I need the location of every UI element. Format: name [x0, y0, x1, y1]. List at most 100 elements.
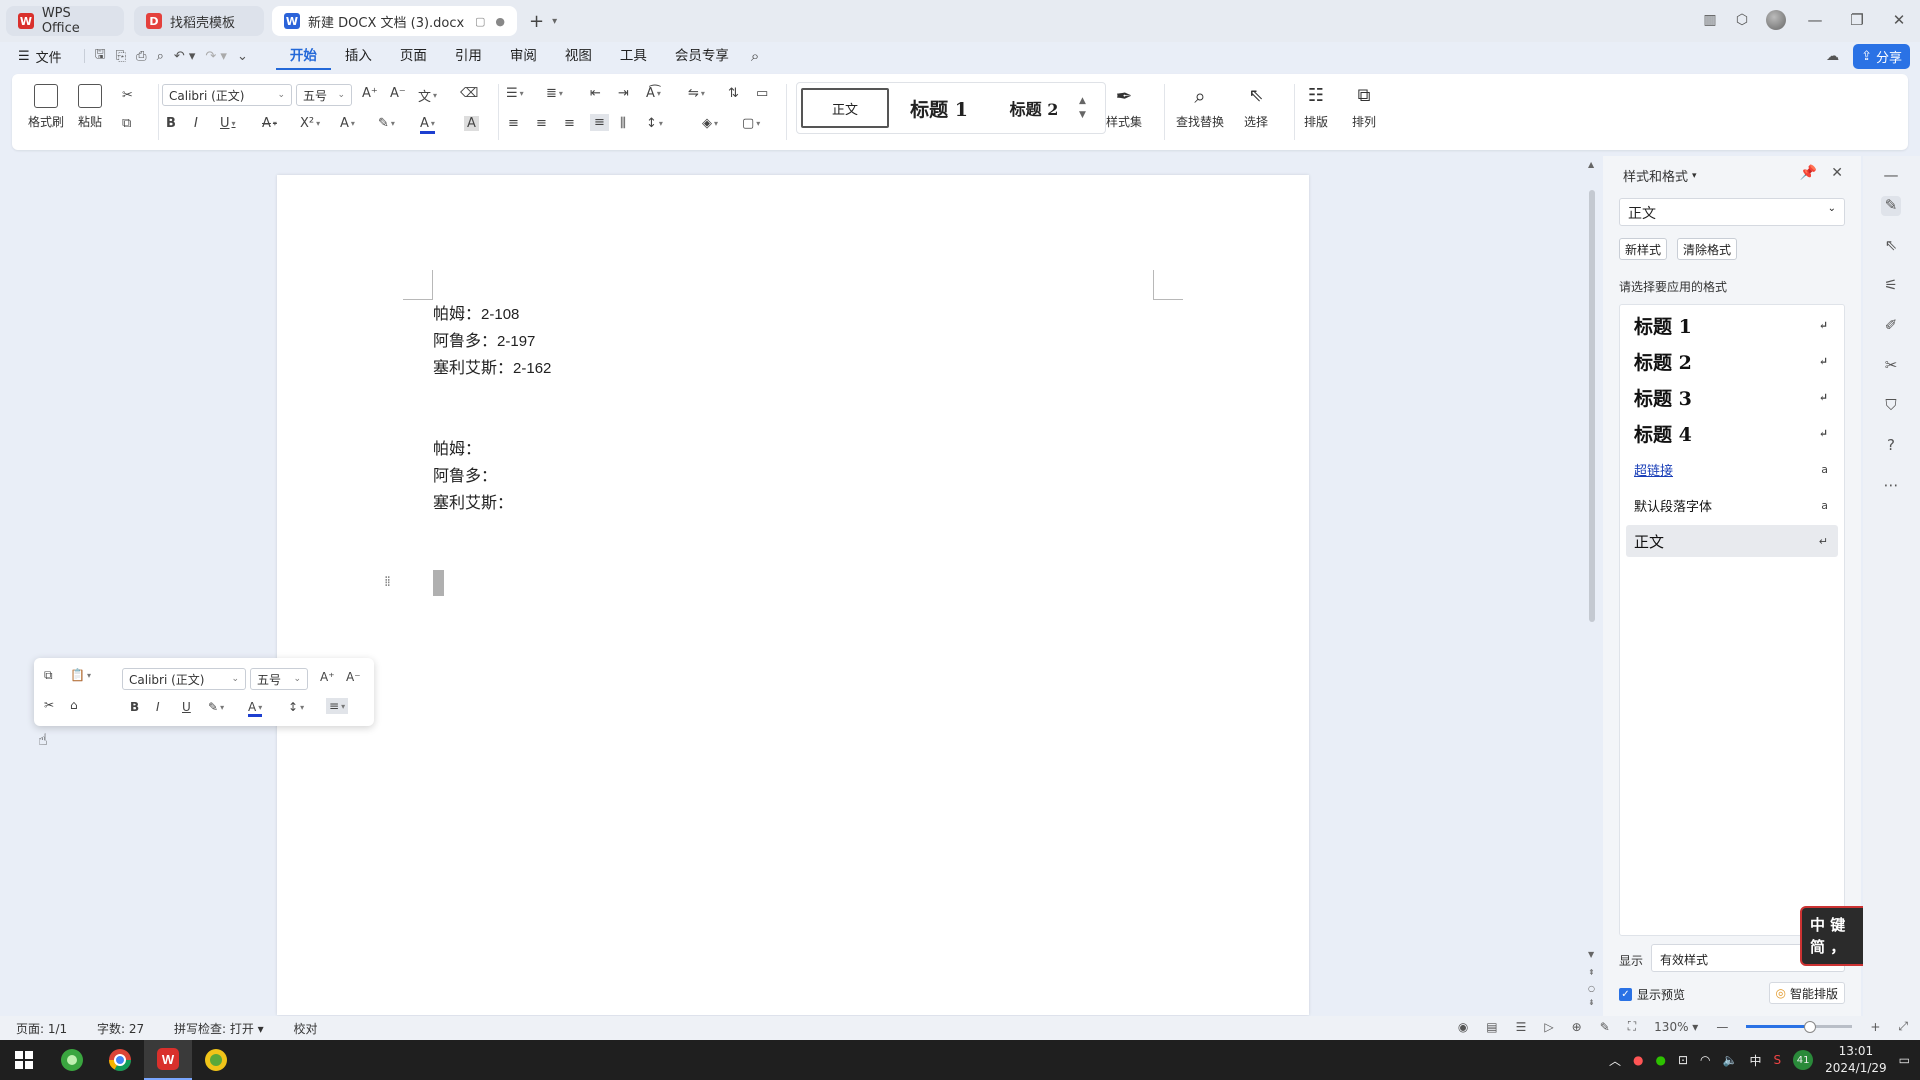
- print-preview-icon[interactable]: ⌕: [157, 49, 164, 64]
- file-menu[interactable]: ☰ 文件: [18, 47, 62, 66]
- style-list-item[interactable]: 标题 4 ↵: [1626, 417, 1838, 449]
- style-list-item[interactable]: 正文 ↵: [1626, 525, 1838, 557]
- shrink-font-icon[interactable]: A⁻: [346, 670, 361, 684]
- tools-icon[interactable]: ✂: [1881, 356, 1901, 376]
- export-pdf-icon[interactable]: ⎘: [116, 49, 126, 64]
- layout-button[interactable]: ☷ 排版: [1304, 84, 1328, 130]
- copy-icon[interactable]: ⧉: [44, 668, 53, 683]
- zoom-in-icon[interactable]: +: [1870, 1020, 1880, 1034]
- adjust-icon[interactable]: ⚟: [1881, 276, 1901, 296]
- mini-font-size-select[interactable]: 五号 ⌄: [250, 668, 308, 690]
- align-left-icon[interactable]: ≡: [508, 116, 519, 131]
- paste-button[interactable]: 粘贴: [78, 84, 102, 130]
- italic-icon[interactable]: I: [194, 116, 198, 131]
- ribbon-tab[interactable]: 页面: [386, 42, 441, 70]
- taskbar-chrome[interactable]: [96, 1040, 144, 1080]
- highlight-icon[interactable]: ✎ ▾: [208, 700, 224, 714]
- taskbar-wps[interactable]: W: [144, 1040, 192, 1080]
- tray-expand-icon[interactable]: ︿: [1609, 1052, 1621, 1069]
- spell-check[interactable]: 拼写检查: 打开 ▾: [174, 1022, 264, 1036]
- redo-icon[interactable]: ↷ ▾: [205, 49, 227, 64]
- style-heading-2[interactable]: 标题 2: [989, 96, 1079, 120]
- decrease-indent-icon[interactable]: ⇤: [590, 86, 601, 101]
- prev-page-icon[interactable]: ⇞: [1588, 968, 1595, 977]
- customize-icon[interactable]: ⌄: [237, 49, 248, 64]
- clear-format-button[interactable]: 清除格式: [1677, 238, 1738, 260]
- word-count[interactable]: 字数: 27: [97, 1022, 144, 1036]
- share-button[interactable]: ⇪ 分享: [1853, 44, 1910, 69]
- char-shading-icon[interactable]: A: [464, 116, 479, 131]
- style-set-button[interactable]: ✒ 样式集: [1106, 84, 1142, 130]
- ribbon-tab[interactable]: 插入: [331, 42, 386, 70]
- scroll-down-icon[interactable]: ▼: [1588, 950, 1594, 959]
- document-line[interactable]: [433, 381, 551, 408]
- align-center-icon[interactable]: ≡: [536, 116, 547, 131]
- save-icon[interactable]: 🖫: [95, 45, 106, 67]
- unsaved-dot-icon[interactable]: ●: [495, 15, 505, 28]
- gallery-more-icon[interactable]: ▼: [1079, 110, 1086, 120]
- line-spacing-icon[interactable]: ↕ ▾: [288, 700, 304, 714]
- smart-layout-button[interactable]: ◎ 智能排版: [1768, 982, 1845, 1004]
- zoom-level[interactable]: 130% ▾: [1654, 1020, 1698, 1034]
- phonetic-icon[interactable]: 文 ▾: [418, 86, 437, 105]
- border-icon[interactable]: ▢ ▾: [742, 116, 760, 131]
- style-list-item[interactable]: 标题 2 ↵: [1626, 345, 1838, 377]
- ribbon-tab[interactable]: 会员专享: [661, 42, 743, 70]
- volume-icon[interactable]: 🔈: [1723, 1053, 1738, 1067]
- underline-icon[interactable]: U ▾: [220, 116, 236, 131]
- current-style-select[interactable]: 正文 ⌄: [1619, 198, 1845, 226]
- shrink-font-icon[interactable]: A⁻: [390, 86, 406, 101]
- start-button[interactable]: [0, 1040, 48, 1080]
- document-line[interactable]: 塞利艾斯：: [433, 489, 551, 516]
- outline-view-icon[interactable]: ☰: [1516, 1020, 1527, 1034]
- justify-icon[interactable]: ≡: [590, 114, 609, 131]
- strikethrough-icon[interactable]: A ▾: [262, 116, 277, 131]
- sort-icon[interactable]: ⇅: [728, 86, 739, 101]
- page-count[interactable]: 页面: 1/1: [16, 1022, 67, 1036]
- chevron-down-icon[interactable]: ▾: [552, 16, 557, 27]
- pen-icon[interactable]: ✎: [1600, 1020, 1610, 1034]
- italic-icon[interactable]: I: [156, 700, 160, 714]
- web-view-icon[interactable]: ⊕: [1572, 1020, 1582, 1034]
- style-list-item[interactable]: 标题 3 ↵: [1626, 381, 1838, 413]
- format-painter-button[interactable]: 格式刷: [28, 84, 64, 130]
- layout-icon[interactable]: ▥: [1694, 12, 1726, 28]
- style-pen-icon[interactable]: ✎: [1881, 196, 1901, 216]
- proofread[interactable]: 校对: [294, 1022, 318, 1036]
- show-preview-checkbox[interactable]: ✓ 显示预览: [1619, 986, 1685, 1003]
- distribute-icon[interactable]: ⫼: [620, 116, 626, 131]
- pane-title[interactable]: 样式和格式 ▾: [1623, 166, 1697, 185]
- next-page-icon[interactable]: ⇟: [1588, 998, 1595, 1007]
- numbered-list-icon[interactable]: ≣ ▾: [546, 86, 563, 101]
- fullscreen-icon[interactable]: ⤢: [1898, 1019, 1908, 1034]
- grow-font-icon[interactable]: A⁺: [320, 670, 335, 684]
- increase-indent-icon[interactable]: ⇥: [618, 86, 629, 101]
- find-replace-button[interactable]: ⌕ 查找替换: [1176, 84, 1224, 130]
- style-normal[interactable]: 正文: [801, 88, 889, 128]
- highlight-icon[interactable]: ✎ ▾: [378, 116, 395, 131]
- notification-icon[interactable]: ▭: [1899, 1053, 1910, 1067]
- zoom-out-icon[interactable]: —: [1716, 1020, 1728, 1034]
- zoom-slider[interactable]: [1746, 1021, 1853, 1033]
- bold-icon[interactable]: B: [166, 116, 176, 131]
- font-color-icon[interactable]: A ▾: [420, 116, 435, 134]
- wechat-icon[interactable]: ●: [1656, 1053, 1666, 1067]
- align-icon[interactable]: ≡ ▾: [326, 698, 349, 714]
- bold-icon[interactable]: B: [130, 700, 139, 714]
- cloud-icon[interactable]: ☁: [1826, 49, 1839, 64]
- document-body[interactable]: 帕姆：2-108 阿鲁多：2-197 塞利艾斯：2-162 帕姆： 阿鲁多： 塞利艾斯：: [433, 300, 551, 516]
- tab-current-document[interactable]: W 新建 DOCX 文档 (3).docx ▢ ●: [272, 6, 517, 36]
- select-button[interactable]: ⇖ 选择: [1244, 84, 1268, 130]
- document-line[interactable]: 阿鲁多：: [433, 462, 551, 489]
- tab-wps-office[interactable]: W WPS Office: [6, 6, 124, 36]
- print-icon[interactable]: ⎙: [136, 49, 146, 64]
- align-right-icon[interactable]: ≡: [564, 116, 575, 131]
- copy-icon[interactable]: ⧉: [122, 116, 131, 131]
- tray-badge[interactable]: 41: [1793, 1050, 1814, 1070]
- document-line[interactable]: 阿鲁多：2-197: [433, 327, 551, 354]
- style-list-item[interactable]: 超链接 a: [1626, 453, 1838, 485]
- new-style-button[interactable]: 新样式: [1619, 238, 1668, 260]
- close-pane-icon[interactable]: ✕: [1831, 165, 1843, 181]
- select-cursor-icon[interactable]: ⇖: [1881, 236, 1901, 256]
- shirt-icon[interactable]: ⛉: [1881, 396, 1901, 416]
